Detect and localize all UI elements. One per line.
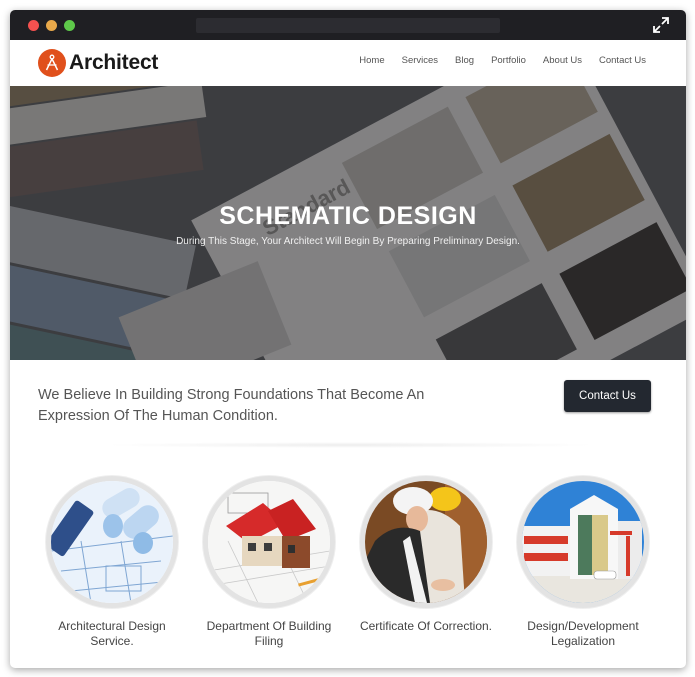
house-model-image[interactable] [203, 476, 335, 608]
site-logo[interactable]: Architect [38, 49, 158, 77]
service-card[interactable]: Architectural Design Service. [37, 476, 187, 649]
service-card[interactable]: Certificate Of Correction. [351, 476, 501, 634]
site-header: Architect Home Services Blog Portfolio A… [10, 40, 686, 86]
minimize-window-button[interactable] [46, 20, 57, 31]
main-nav: Home Services Blog Portfolio About Us Co… [342, 55, 646, 66]
address-bar[interactable] [196, 18, 500, 33]
section-divider [100, 442, 600, 448]
blueprints-image[interactable] [46, 476, 178, 608]
logo-text: Architect [69, 51, 159, 74]
nav-blog[interactable]: Blog [455, 55, 474, 66]
tagline: We Believe In Building Strong Foundation… [38, 387, 425, 424]
browser-chrome [10, 10, 686, 40]
hero-title: SCHEMATIC DESIGN [219, 202, 477, 230]
nav-about-us[interactable]: About Us [543, 55, 582, 66]
nav-contact-us[interactable]: Contact Us [599, 55, 646, 66]
hero-banner: Standard SCHEMATIC DESIGN During This St… [10, 86, 686, 360]
modern-building-image[interactable] [517, 476, 649, 608]
browser-window: Architect Home Services Blog Portfolio A… [10, 10, 686, 668]
expand-arrows-icon[interactable] [652, 16, 670, 34]
nav-services[interactable]: Services [402, 55, 438, 66]
service-label: Certificate Of Correction. [359, 619, 493, 633]
service-label: Architectural Design Service. [58, 619, 166, 648]
nav-portfolio[interactable]: Portfolio [491, 55, 526, 66]
contact-us-button[interactable]: Contact Us [564, 380, 651, 412]
compass-icon [38, 49, 66, 77]
service-label: Department Of Building Filing [206, 619, 332, 648]
nav-home[interactable]: Home [359, 55, 384, 66]
maximize-window-button[interactable] [64, 20, 75, 31]
service-card[interactable]: Department Of Building Filing [194, 476, 344, 649]
service-card[interactable]: Design/Development Legalization [508, 476, 658, 649]
hero-subtitle: During This Stage, Your Architect Will B… [176, 236, 520, 247]
close-window-button[interactable] [28, 20, 39, 31]
engineers-hardhats-image[interactable] [360, 476, 492, 608]
service-label: Design/Development Legalization [527, 619, 639, 648]
